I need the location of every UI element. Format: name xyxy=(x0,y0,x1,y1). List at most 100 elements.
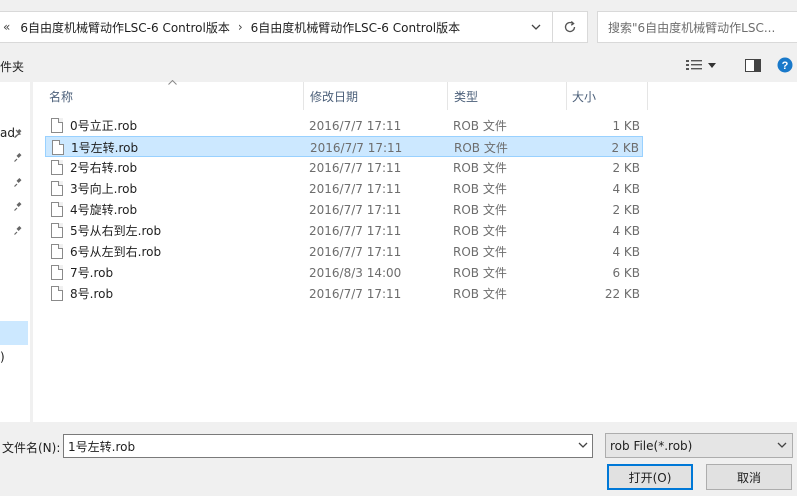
file-date: 2016/7/7 17:11 xyxy=(310,140,403,155)
file-type: ROB 文件 xyxy=(453,287,507,301)
breadcrumb-chevron-icon[interactable]: › xyxy=(238,20,243,34)
file-name: 6号从左到右.rob xyxy=(70,245,162,259)
file-size: 4 KB xyxy=(612,181,640,196)
file-size: 22 KB xyxy=(604,286,640,301)
details-view-icon xyxy=(686,60,702,70)
file-icon xyxy=(52,140,64,155)
help-icon: ? xyxy=(777,57,793,73)
file-row[interactable]: 0号立正.rob 2016/7/7 17:11 ROB 文件 1 KB xyxy=(45,115,643,136)
file-name: 7号.rob xyxy=(70,266,114,280)
pin-icon[interactable] xyxy=(13,128,23,142)
file-type: ROB 文件 xyxy=(453,266,507,280)
file-name-cell[interactable]: 1号左转.rob xyxy=(52,137,138,158)
file-name: 5号从右到左.rob xyxy=(70,224,162,238)
file-date: 2016/7/7 17:11 xyxy=(309,223,402,238)
file-name: 2号右转.rob xyxy=(70,161,138,175)
file-name: 4号旋转.rob xyxy=(70,203,138,217)
file-type-value: rob File(*.rob) xyxy=(610,438,693,453)
file-size: 2 KB xyxy=(612,160,640,175)
file-icon xyxy=(51,202,63,217)
file-type: ROB 文件 xyxy=(454,141,508,155)
help-button[interactable]: ? xyxy=(775,55,795,75)
column-header-type[interactable]: 类型 xyxy=(438,82,566,110)
file-name: 1号左转.rob xyxy=(71,141,139,155)
file-row[interactable]: 5号从右到左.rob 2016/7/7 17:11 ROB 文件 4 KB xyxy=(45,220,643,241)
caret-down-icon xyxy=(708,62,716,68)
file-icon xyxy=(51,244,63,259)
address-dropdown-button[interactable] xyxy=(520,12,551,42)
filename-history-dropdown[interactable] xyxy=(578,439,588,453)
refresh-icon xyxy=(564,21,576,33)
file-name-cell[interactable]: 6号从左到右.rob xyxy=(51,241,161,262)
file-name-cell[interactable]: 0号立正.rob xyxy=(51,115,137,136)
file-row[interactable]: 4号旋转.rob 2016/7/7 17:11 ROB 文件 2 KB xyxy=(45,199,643,220)
file-name: 0号立正.rob xyxy=(70,119,138,133)
file-date: 2016/7/7 17:11 xyxy=(309,202,402,217)
file-date: 2016/7/7 17:11 xyxy=(309,118,402,133)
file-size: 6 KB xyxy=(612,265,640,280)
file-type: ROB 文件 xyxy=(453,119,507,133)
file-date: 2016/8/3 14:00 xyxy=(309,265,402,280)
pin-icon[interactable] xyxy=(13,225,23,239)
file-size: 2 KB xyxy=(611,140,639,155)
file-name: 3号向上.rob xyxy=(70,182,138,196)
chevron-down-icon xyxy=(777,439,787,453)
change-view-button[interactable] xyxy=(686,55,726,75)
nav-item-selected[interactable] xyxy=(0,321,28,345)
preview-pane-button[interactable] xyxy=(742,55,764,75)
breadcrumb-segment[interactable]: 6自由度机械臂动作LSC-6 Control版本 xyxy=(20,19,229,36)
file-type: ROB 文件 xyxy=(453,161,507,175)
file-date: 2016/7/7 17:11 xyxy=(309,181,402,196)
file-date: 2016/7/7 17:11 xyxy=(309,244,402,259)
breadcrumb-segment[interactable]: 6自由度机械臂动作LSC-6 Control版本 xyxy=(251,19,460,36)
filename-value: 1号左转.rob xyxy=(68,439,136,454)
file-type: ROB 文件 xyxy=(453,224,507,238)
file-icon xyxy=(51,265,63,280)
refresh-button[interactable] xyxy=(552,11,588,43)
file-type: ROB 文件 xyxy=(453,245,507,259)
filename-input[interactable]: 1号左转.rob xyxy=(63,434,593,458)
column-header-name[interactable]: 名称 xyxy=(33,82,303,110)
file-icon xyxy=(51,118,63,133)
open-button[interactable]: 打开(O) xyxy=(607,464,693,490)
column-divider[interactable] xyxy=(647,82,648,110)
search-input[interactable]: 搜索"6自由度机械臂动作LSC... xyxy=(597,11,797,43)
filename-label: 文件名(N): xyxy=(2,441,61,455)
file-name-cell[interactable]: 8号.rob xyxy=(51,283,113,304)
file-date: 2016/7/7 17:11 xyxy=(309,160,402,175)
file-icon xyxy=(51,286,63,301)
chevron-down-icon xyxy=(531,24,540,30)
file-name-cell[interactable]: 5号从右到左.rob xyxy=(51,220,161,241)
new-folder-button[interactable]: 件夹 xyxy=(0,58,24,75)
file-size: 4 KB xyxy=(612,244,640,259)
file-name-cell[interactable]: 4号旋转.rob xyxy=(51,199,137,220)
file-date: 2016/7/7 17:11 xyxy=(309,286,402,301)
file-name-cell[interactable]: 2号右转.rob xyxy=(51,157,137,178)
nav-item-drive[interactable]: ) xyxy=(0,350,5,364)
file-size: 4 KB xyxy=(612,223,640,238)
file-type: ROB 文件 xyxy=(453,182,507,196)
file-type-select[interactable]: rob File(*.rob) xyxy=(605,433,793,458)
file-size: 2 KB xyxy=(612,202,640,217)
file-row[interactable]: 1号左转.rob 2016/7/7 17:11 ROB 文件 2 KB xyxy=(45,136,643,157)
history-back-icon[interactable]: « xyxy=(3,20,10,34)
file-row[interactable]: 2号右转.rob 2016/7/7 17:11 ROB 文件 2 KB xyxy=(45,157,643,178)
file-type: ROB 文件 xyxy=(453,203,507,217)
file-row[interactable]: 7号.rob 2016/8/3 14:00 ROB 文件 6 KB xyxy=(45,262,643,283)
address-bar[interactable]: « 6自由度机械臂动作LSC-6 Control版本 › 6自由度机械臂动作LS… xyxy=(0,11,588,43)
file-icon xyxy=(51,223,63,238)
chevron-down-icon xyxy=(578,442,588,448)
file-row[interactable]: 6号从左到右.rob 2016/7/7 17:11 ROB 文件 4 KB xyxy=(45,241,643,262)
cancel-button[interactable]: 取消 xyxy=(706,464,792,490)
column-header-date[interactable]: 修改日期 xyxy=(294,82,446,110)
file-name-cell[interactable]: 3号向上.rob xyxy=(51,178,137,199)
pin-icon[interactable] xyxy=(13,152,23,166)
file-name-cell[interactable]: 7号.rob xyxy=(51,262,113,283)
file-row[interactable]: 3号向上.rob 2016/7/7 17:11 ROB 文件 4 KB xyxy=(45,178,643,199)
file-row[interactable]: 8号.rob 2016/7/7 17:11 ROB 文件 22 KB xyxy=(45,283,643,304)
search-placeholder: 搜索"6自由度机械臂动作LSC... xyxy=(608,20,776,35)
svg-text:?: ? xyxy=(782,60,789,72)
column-header-size[interactable]: 大小 xyxy=(556,82,648,110)
pin-icon[interactable] xyxy=(13,201,23,215)
pin-icon[interactable] xyxy=(13,177,23,191)
